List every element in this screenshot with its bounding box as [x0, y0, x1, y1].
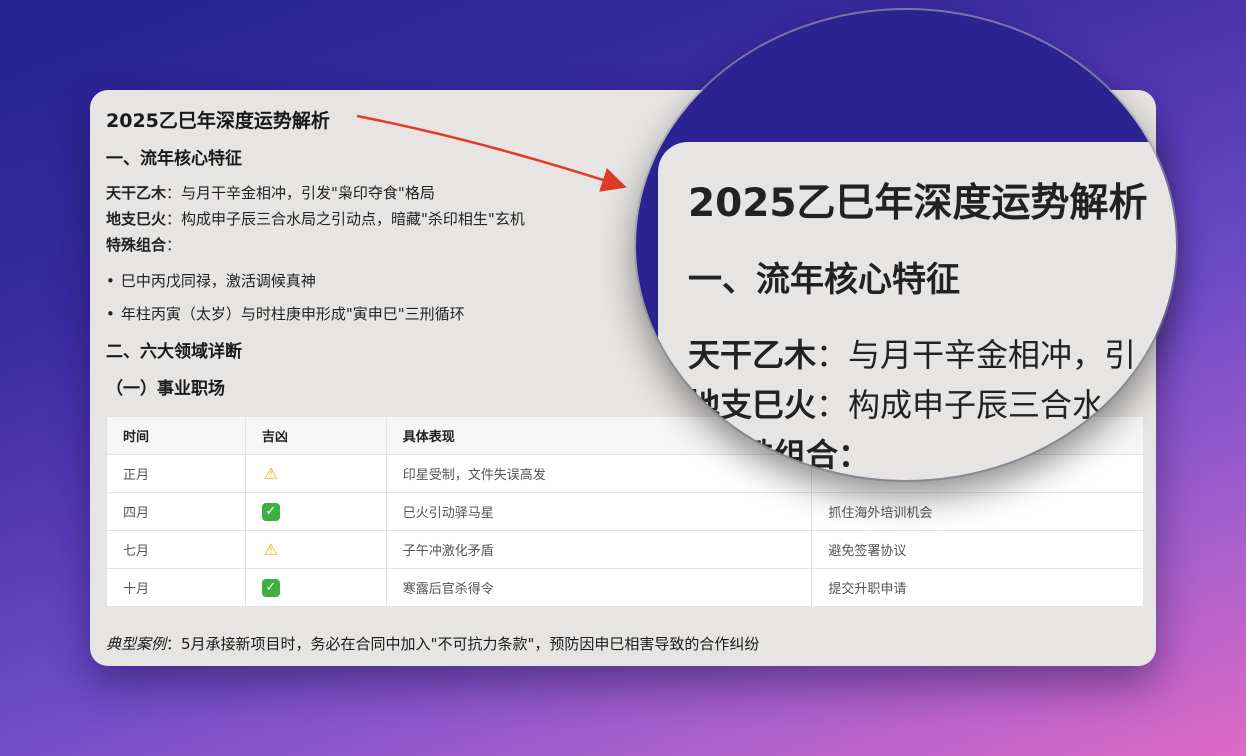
magnifier-lens: 2025乙巳年深度运势解析 一、流年核心特征 天干乙木：与月干辛金相冲，引 地支…: [636, 10, 1176, 480]
magnified-title: 2025乙巳年深度运势解析: [688, 181, 1148, 226]
magnified-line-tiangan: 天干乙木：与月干辛金相冲，引: [688, 330, 1136, 376]
magnified-line-dizhi-text: ：构成申子辰三合水: [816, 386, 1105, 424]
magnified-line-dizhi-label: 地支巳火: [688, 386, 817, 424]
magnified-card: 2025乙巳年深度运势解析 一、流年核心特征 天干乙木：与月干辛金相冲，引 地支…: [658, 142, 1176, 480]
magnified-section-heading: 一、流年核心特征: [688, 260, 960, 300]
magnified-line-special: 殊组合：: [742, 436, 871, 474]
magnified-line-tiangan-text: ：与月干辛金相冲，引: [816, 336, 1137, 374]
magnified-line-dizhi: 地支巳火：构成申子辰三合水: [688, 380, 1104, 426]
magnified-line-tiangan-label: 天干乙木: [688, 336, 817, 374]
